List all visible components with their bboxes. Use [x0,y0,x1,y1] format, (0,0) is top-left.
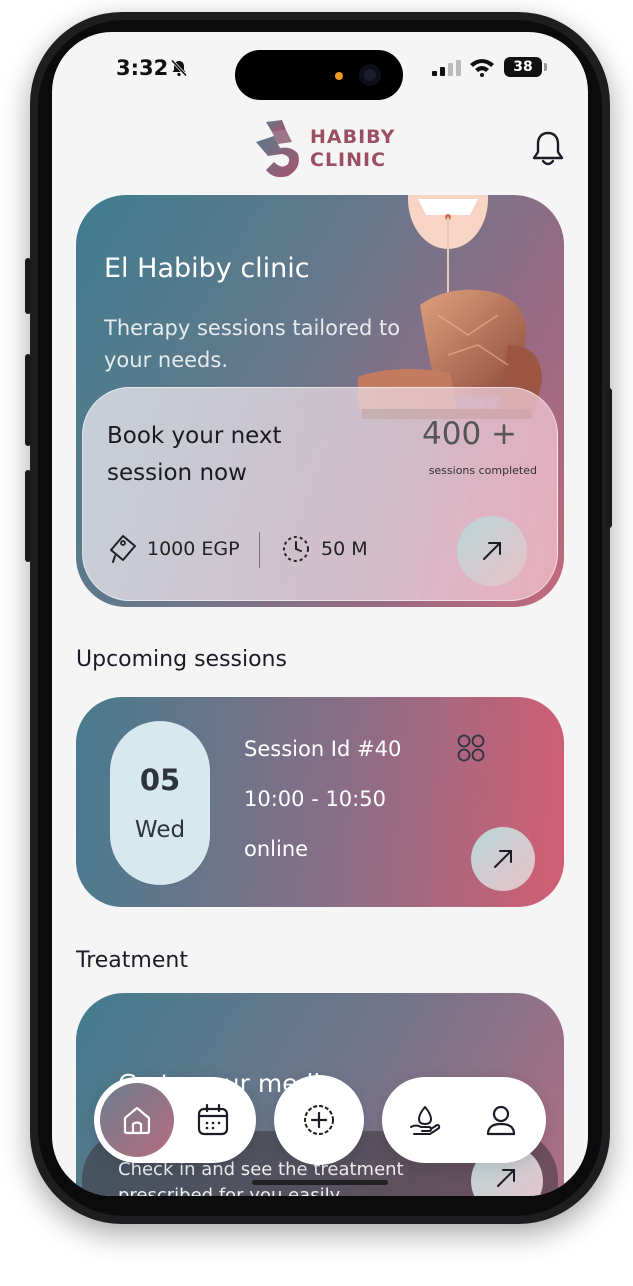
logo-wordmark: HABIBY CLINIC [310,126,395,172]
session-duration: 50 M [321,538,368,560]
clock-icon [283,536,309,562]
upcoming-session-card[interactable]: 05 Wed Session Id #40 10:00 - 10:50 onli… [76,697,564,907]
care-icon[interactable] [408,1103,442,1137]
wifi-icon [470,59,494,77]
grid-menu-icon[interactable] [456,733,486,763]
dynamic-island [235,50,403,100]
hero-card: El Habiby clinic Therapy sessions tailor… [76,195,564,607]
bottom-nav-right [382,1077,546,1163]
open-session-button[interactable] [471,827,535,891]
notification-bell-icon[interactable] [529,128,567,168]
price-tag-icon [110,535,136,563]
session-weekday: Wed [134,817,186,843]
session-date-badge: 05 Wed [110,721,210,885]
side-button-silent [25,258,31,314]
calendar-icon[interactable] [196,1103,230,1137]
side-button-volume-up [25,354,31,446]
profile-icon[interactable] [484,1103,518,1137]
clinic-logo: HABIBY CLINIC [252,118,395,184]
logo-line-1: HABIBY [310,126,396,148]
hero-title: El Habiby clinic [104,253,310,284]
book-session-button[interactable] [457,516,527,586]
logo-line-2: CLINIC [310,149,387,171]
session-day: 05 [139,763,181,797]
sessions-count-label: sessions completed [428,464,537,477]
nav-add[interactable] [274,1075,364,1165]
status-time: 3:32 [116,56,169,80]
arrow-up-right-icon [497,1169,515,1187]
status-bar: 3:32 38 [52,32,588,112]
book-session-text: Book your next session now [107,423,282,486]
battery-indicator: 38 [504,57,547,77]
add-icon [304,1105,334,1135]
silent-mode-icon [170,59,188,77]
side-button-power [606,388,612,528]
front-camera [359,64,381,86]
bottom-nav-left [94,1077,256,1163]
side-button-volume-down [25,470,31,562]
session-time: 10:00 - 10:50 [244,787,386,811]
session-id: Session Id #40 [244,737,402,761]
session-mode: online [244,837,309,861]
treatment-heading: Treatment [76,948,188,973]
sessions-count: 400 + [422,416,517,452]
arrow-up-right-icon [483,542,501,560]
stats-divider [259,532,260,568]
booking-panel: Book your next session now 400 + session… [82,387,558,601]
home-icon [123,1106,151,1135]
nav-home[interactable] [100,1083,174,1157]
logo-mark-icon [256,120,299,178]
camera-indicator-dot [335,72,343,80]
arrow-up-right-icon [494,850,512,868]
upcoming-sessions-heading: Upcoming sessions [76,647,287,672]
cellular-signal-icon [432,60,461,76]
home-indicator[interactable] [252,1180,388,1185]
session-price: 1000 EGP [147,538,240,560]
app-screen: 3:32 38 HABIBY CLINIC El Habiby clinic T… [52,32,588,1196]
